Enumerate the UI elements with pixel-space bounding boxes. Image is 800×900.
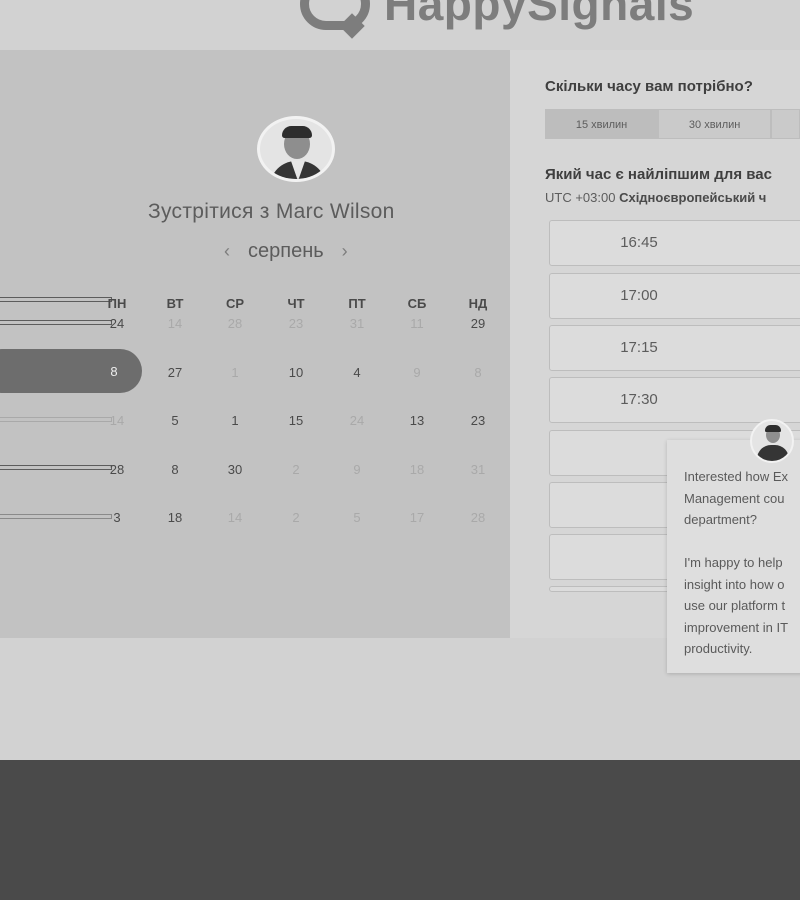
calendar-day: 2 xyxy=(292,462,300,477)
time-slot[interactable]: 17:15 xyxy=(549,325,800,371)
speech-bubble-logo-icon xyxy=(300,0,370,30)
calendar-day: 5 xyxy=(353,510,361,525)
calendar-day: 18 xyxy=(409,462,425,477)
duration-option-30[interactable]: 30 хвилин xyxy=(658,109,772,139)
weekday-label: СР xyxy=(225,296,245,311)
calendar-day: 28 xyxy=(470,510,486,525)
calendar-day[interactable]: 29 xyxy=(458,316,498,331)
calendar-day[interactable]: 27 xyxy=(155,365,195,380)
month-navigation: ‹ серпень › xyxy=(224,240,348,263)
calendar-day: 23 xyxy=(288,316,304,331)
timezone-selector[interactable]: UTC +03:00 Східноєвропейський ч xyxy=(545,190,766,205)
time-slot[interactable]: 16:45 xyxy=(549,220,800,266)
calendar-day[interactable]: 4 xyxy=(337,365,377,380)
chat-message-offer: I'm happy to help insight into how o use… xyxy=(684,555,789,656)
calendar-day: 2 xyxy=(292,510,300,525)
calendar-row-bar xyxy=(0,417,112,422)
weekday-label: СБ xyxy=(407,296,427,311)
calendar-day[interactable]: 24 xyxy=(97,316,137,331)
timezone-offset: UTC +03:00 xyxy=(545,190,616,205)
duration-option-15[interactable]: 15 хвилин xyxy=(545,109,659,139)
logo-text: HappySignals xyxy=(384,0,695,30)
host-avatar xyxy=(257,116,335,182)
calendar-day[interactable]: 5 xyxy=(155,413,195,428)
time-question: Який час є найліпшим для вас xyxy=(545,166,772,183)
calendar-day: 1 xyxy=(231,365,239,380)
duration-selector: 15 хвилин 30 хвилин xyxy=(545,109,800,139)
calendar-panel xyxy=(0,50,510,638)
weekday-label: ПТ xyxy=(348,296,366,311)
calendar-day[interactable]: 18 xyxy=(155,510,195,525)
calendar-day: 17 xyxy=(409,510,425,525)
timezone-name: Східноєвропейський ч xyxy=(619,190,767,205)
calendar-day: 14 xyxy=(227,510,243,525)
calendar-day[interactable]: 3 xyxy=(97,510,137,525)
calendar-day[interactable]: 8 xyxy=(155,462,195,477)
weekday-label: НД xyxy=(468,296,488,311)
calendar-day: 31 xyxy=(470,462,486,477)
prev-month-arrow-icon[interactable]: ‹ xyxy=(224,241,230,262)
calendar-day: 14 xyxy=(167,316,183,331)
calendar-row-bar xyxy=(0,514,112,519)
weekday-label: ВТ xyxy=(166,296,184,311)
chat-avatar xyxy=(750,419,794,463)
weekday-label: ЧТ xyxy=(287,296,305,311)
calendar-day-selected[interactable]: 8 xyxy=(104,364,124,379)
calendar-day[interactable]: 23 xyxy=(458,413,498,428)
chat-message-intro: Interested how Ex Management cou departm… xyxy=(684,469,789,527)
month-label: серпень xyxy=(248,240,324,262)
next-month-arrow-icon[interactable]: › xyxy=(342,241,348,262)
calendar-day: 11 xyxy=(410,316,424,331)
duration-question: Скільки часу вам потрібно? xyxy=(545,78,753,95)
calendar-day[interactable]: 15 xyxy=(276,413,316,428)
weekday-label: ПН xyxy=(107,296,127,311)
calendar-day: 8 xyxy=(474,365,482,380)
calendar-row-bar xyxy=(0,320,112,325)
calendar-row-bar xyxy=(0,465,112,470)
duration-option-more[interactable] xyxy=(771,109,800,139)
calendar-day[interactable]: 10 xyxy=(276,365,316,380)
calendar-day[interactable]: 30 xyxy=(215,462,255,477)
calendar-day[interactable]: 13 xyxy=(397,413,437,428)
meeting-title: Зустрітися з Marc Wilson xyxy=(148,200,395,223)
time-slot[interactable]: 17:00 xyxy=(549,273,800,319)
brand-logo: HappySignals xyxy=(300,0,694,34)
calendar-day: 9 xyxy=(413,365,421,380)
calendar-row-bar xyxy=(0,297,112,302)
time-slot[interactable]: 17:30 xyxy=(549,377,800,423)
calendar-day: 28 xyxy=(227,316,243,331)
calendar-day: 14 xyxy=(109,413,125,428)
calendar-day: 9 xyxy=(353,462,361,477)
calendar-day[interactable]: 28 xyxy=(97,462,137,477)
calendar-day[interactable]: 1 xyxy=(215,413,255,428)
calendar-day: 31 xyxy=(349,316,365,331)
calendar-day: 24 xyxy=(349,413,365,428)
